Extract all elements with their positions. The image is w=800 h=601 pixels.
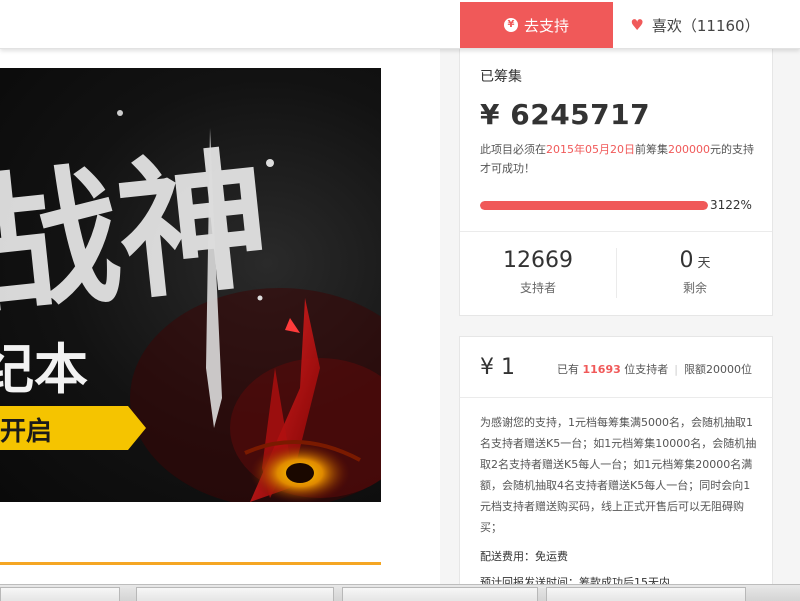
banner-ribbon-text: 开启 bbox=[0, 416, 52, 447]
project-main-content: 战神 纪本 开启 bbox=[0, 48, 440, 588]
days-left-count: 0 bbox=[679, 248, 694, 273]
funding-notice: 此项目必须在2015年05月20日前筹集200000元的支持才可成功！ bbox=[480, 143, 754, 175]
panel-divider bbox=[460, 231, 772, 232]
supporters-stat: 12669 支持者 bbox=[460, 248, 616, 296]
tier-description: 为感谢您的支持，1元档每筹集满5000名，会随机抽取1名支持者赠送K5一台；如1… bbox=[480, 416, 757, 534]
section-divider-line bbox=[0, 562, 381, 565]
taskbar-item[interactable] bbox=[342, 587, 538, 601]
tier-limit: 限额20000位 bbox=[684, 363, 752, 376]
os-taskbar bbox=[0, 584, 800, 601]
banner-subtitle-text: 纪本 bbox=[0, 337, 88, 401]
tier-backers-info: 已有 11693 位支持者 | 限额20000位 bbox=[557, 363, 752, 376]
banner-title-text: 战神 bbox=[0, 131, 277, 337]
days-left-label: 剩余 bbox=[682, 281, 707, 295]
like-button[interactable]: ♥ 喜欢（11160） bbox=[618, 2, 772, 48]
heart-icon: ♥ bbox=[630, 16, 644, 34]
taskbar-item[interactable] bbox=[136, 587, 334, 601]
taskbar-item[interactable] bbox=[546, 587, 746, 601]
funding-progress-fill bbox=[480, 201, 708, 210]
funding-status-panel: 已筹集 ¥ 6245717 此项目必须在2015年05月20日前筹集200000… bbox=[459, 48, 773, 316]
raised-label: 已筹集 bbox=[480, 69, 522, 85]
support-button-label: 去支持 bbox=[523, 16, 569, 35]
tier-backers-count: 11693 bbox=[582, 363, 621, 376]
banner-artwork: 战神 纪本 开启 bbox=[0, 110, 381, 502]
project-banner-image: 战神 纪本 开启 bbox=[0, 68, 381, 502]
yen-icon: ¥ bbox=[503, 18, 518, 32]
taskbar-item[interactable] bbox=[0, 587, 120, 601]
funding-progress-percent: 3122% bbox=[710, 198, 752, 212]
days-unit: 天 bbox=[697, 256, 711, 271]
tier-shipping: 配送费用：免运费 bbox=[480, 550, 568, 563]
tier-price: ¥ 1 bbox=[480, 355, 515, 380]
supporters-label: 支持者 bbox=[519, 281, 556, 295]
reward-tier-header[interactable]: ¥ 1 已有 11693 位支持者 | 限额20000位 bbox=[459, 336, 773, 398]
raised-amount: ¥ 6245717 bbox=[480, 98, 651, 131]
funding-progress-bar bbox=[480, 201, 708, 210]
funding-goal: 200000 bbox=[668, 143, 710, 156]
deadline-date: 2015年05月20日 bbox=[546, 143, 635, 156]
reward-tier-details: 为感谢您的支持，1元档每筹集满5000名，会随机抽取1名支持者赠送K5一台；如1… bbox=[459, 397, 773, 597]
tier-info-separator: | bbox=[674, 363, 678, 376]
supporters-count: 12669 bbox=[503, 248, 573, 273]
like-button-label: 喜欢（11160） bbox=[651, 16, 760, 35]
top-action-bar: ¥ 去支持 ♥ 喜欢（11160） bbox=[0, 0, 800, 49]
support-button[interactable]: ¥ 去支持 bbox=[460, 2, 613, 48]
days-left-stat: 0天 剩余 bbox=[617, 248, 773, 296]
